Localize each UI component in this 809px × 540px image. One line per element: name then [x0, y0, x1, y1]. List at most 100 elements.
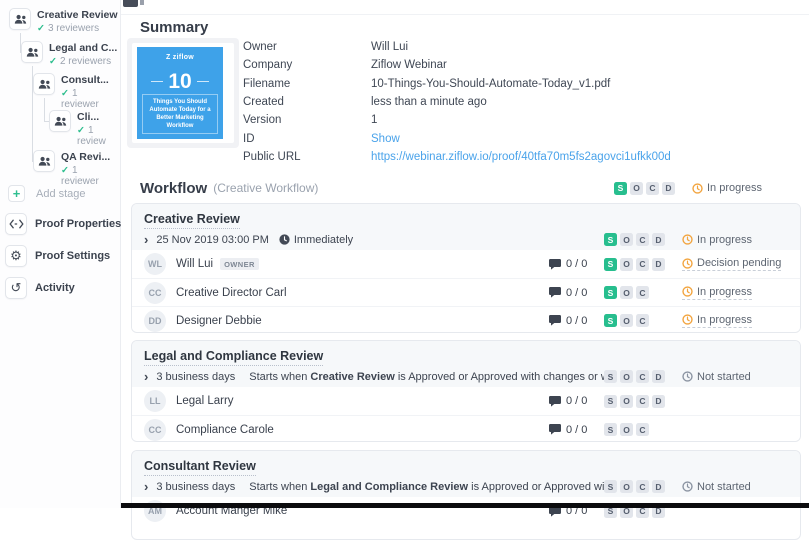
badge-s[interactable]: S	[604, 370, 617, 383]
comment-count[interactable]: 0 / 0	[549, 395, 604, 407]
stage-status: In progress	[682, 234, 752, 246]
reviewers-icon	[21, 41, 43, 63]
show-id-link[interactable]: Show	[371, 133, 400, 145]
stage-label: Creative Review	[37, 9, 118, 21]
reviewer-name: Compliance Carole	[176, 423, 274, 436]
badge-s[interactable]: S	[604, 286, 617, 299]
badge-c[interactable]: C	[636, 257, 649, 271]
clock-filled-icon	[279, 234, 290, 245]
add-stage-label: Add stage	[36, 187, 86, 200]
badge-d[interactable]: D	[652, 370, 665, 383]
stage-card-creative-review: Creative Review › 25 Nov 2019 03:00 PM I…	[131, 203, 801, 333]
badge-d[interactable]: D	[652, 394, 665, 408]
reviewer-name: Legal Larry	[176, 395, 234, 407]
stage-socd-badges: S O C D	[604, 233, 682, 246]
workflow-socd-badges: S O C D	[614, 181, 692, 195]
comment-count[interactable]: 0 / 0	[549, 424, 604, 436]
main-content: Summary Z ziflow 10 Things You Should Au…	[121, 0, 809, 540]
badge-s[interactable]: S	[604, 394, 617, 408]
badge-s[interactable]: S	[604, 257, 617, 271]
reviewer-status[interactable]: Decision pending	[682, 257, 782, 271]
check-icon: ✓	[37, 23, 45, 34]
field-label: ID	[243, 132, 255, 145]
reviewer-socd-badges: S O C	[604, 314, 682, 327]
badge-c[interactable]: C	[636, 423, 649, 436]
clipped-toolbar-icon	[140, 0, 144, 5]
sidebar-item-proof-properties[interactable]: Proof Properties	[5, 213, 121, 235]
badge-d[interactable]: D	[652, 257, 665, 271]
reviewers-icon	[33, 150, 55, 172]
badge-c[interactable]: C	[636, 314, 649, 327]
badge-o[interactable]: O	[620, 257, 633, 271]
badge-s[interactable]: S	[604, 480, 617, 493]
badge-o[interactable]: O	[620, 423, 633, 436]
sidebar-stage-consultant[interactable]: Consult... ✓ 1 reviewer	[33, 73, 117, 110]
badge-d[interactable]: D	[652, 480, 665, 493]
workflow-template-name: (Creative Workflow)	[213, 181, 319, 195]
reviewer-name: Creative Director Carl	[176, 286, 287, 299]
nav-label: Activity	[35, 282, 75, 294]
stage-deadline[interactable]: 25 Nov 2019 03:00 PM	[156, 234, 269, 246]
stage-title[interactable]: Consultant Review	[144, 459, 256, 476]
public-url-link[interactable]: https://webinar.ziflow.io/proof/40tfa70m…	[371, 151, 671, 163]
badge-c[interactable]: C	[646, 181, 659, 195]
clock-icon	[682, 371, 693, 382]
badge-o[interactable]: O	[620, 394, 633, 408]
badge-o[interactable]: O	[630, 181, 643, 195]
badge-s[interactable]: S	[614, 181, 627, 195]
stage-label: QA Revi...	[61, 151, 111, 163]
stage-reviewer-count: ✓ 1 reviewer	[61, 165, 99, 187]
badge-o[interactable]: O	[620, 286, 633, 299]
badge-s[interactable]: S	[604, 423, 617, 436]
stage-detail: 3 business days Starts when Creative Rev…	[156, 371, 604, 383]
stage-card-consultant-review: Consultant Review › 3 business days Star…	[131, 450, 801, 540]
clock-icon	[692, 182, 703, 194]
sidebar-stage-creative-review[interactable]: Creative Review ✓ 3 reviewers	[9, 8, 118, 34]
sidebar-item-proof-settings[interactable]: ⚙︎ Proof Settings	[5, 245, 110, 267]
check-icon: ✓	[61, 165, 69, 176]
summary-heading: Summary	[140, 19, 209, 36]
avatar: CC	[144, 281, 166, 304]
sidebar-item-activity[interactable]: ↺ Activity	[5, 277, 75, 299]
badge-c[interactable]: C	[636, 286, 649, 299]
badge-o[interactable]: O	[620, 370, 633, 383]
proof-thumbnail[interactable]: Z ziflow 10 Things You Should Automate T…	[127, 38, 239, 148]
stage-deadline[interactable]: 3 business days	[156, 481, 235, 493]
stage-deadline[interactable]: 3 business days	[156, 371, 235, 383]
comment-icon	[549, 315, 561, 326]
stage-reviewer-count: ✓ 1 review	[77, 125, 106, 147]
sidebar-stage-qa-review[interactable]: QA Revi... ✓ 1 reviewer	[33, 150, 117, 187]
avatar: LL	[144, 390, 166, 412]
stage-title[interactable]: Creative Review	[144, 212, 240, 229]
sidebar-stage-client[interactable]: Cli... ✓ 1 review	[49, 110, 121, 147]
field-row-company: Company Ziflow Webinar	[243, 56, 799, 74]
badge-o[interactable]: O	[620, 480, 633, 493]
comment-count[interactable]: 0 / 0	[549, 258, 604, 270]
badge-s[interactable]: S	[604, 314, 617, 327]
badge-o[interactable]: O	[620, 233, 633, 246]
stage-title[interactable]: Legal and Compliance Review	[144, 349, 324, 366]
reviewer-status[interactable]: In progress	[682, 314, 753, 328]
sidebar-stage-legal[interactable]: Legal and C... ✓ 2 reviewers	[21, 41, 117, 67]
add-stage-button[interactable]: + Add stage	[8, 185, 86, 202]
chevron-right-icon[interactable]: ›	[144, 233, 148, 246]
owner-badge: OWNER	[220, 258, 259, 270]
badge-d[interactable]: D	[662, 181, 675, 195]
badge-c[interactable]: C	[636, 480, 649, 493]
stage-socd-badges: S O C D	[604, 480, 682, 493]
badge-c[interactable]: C	[636, 370, 649, 383]
reviewer-row: CC Compliance Carole 0 / 0 S O C	[132, 415, 800, 441]
chevron-right-icon[interactable]: ›	[144, 370, 148, 383]
badge-o[interactable]: O	[620, 314, 633, 327]
comment-count[interactable]: 0 / 0	[549, 315, 604, 327]
comment-count[interactable]: 0 / 0	[549, 287, 604, 299]
chevron-right-icon[interactable]: ›	[144, 480, 148, 493]
stage-detail: 3 business days Starts when Legal and Co…	[156, 481, 604, 493]
badge-c[interactable]: C	[636, 233, 649, 246]
ziflow-logo: Z ziflow	[165, 54, 195, 61]
reviewer-socd-badges: S O C	[604, 286, 682, 299]
reviewer-status[interactable]: In progress	[682, 286, 753, 300]
badge-s[interactable]: S	[604, 233, 617, 246]
badge-d[interactable]: D	[652, 233, 665, 246]
badge-c[interactable]: C	[636, 394, 649, 408]
